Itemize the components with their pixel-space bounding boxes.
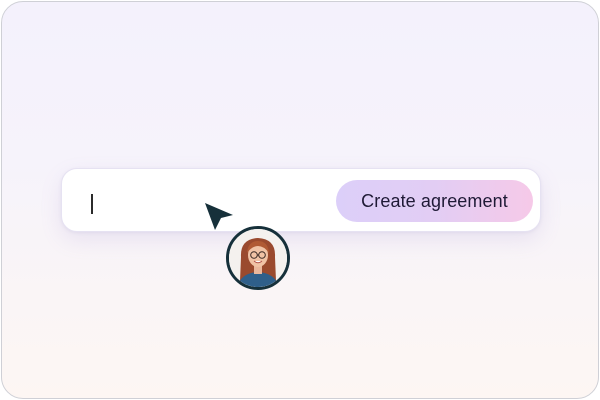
- text-caret: [91, 194, 93, 214]
- agreement-text-field[interactable]: [78, 179, 322, 225]
- create-agreement-button[interactable]: Create agreement: [336, 180, 533, 222]
- user-avatar: [226, 226, 290, 290]
- agreement-input-bar: Create agreement: [61, 168, 541, 232]
- cursor-arrow-icon: [202, 200, 236, 234]
- app-frame: Create agreement: [1, 1, 599, 399]
